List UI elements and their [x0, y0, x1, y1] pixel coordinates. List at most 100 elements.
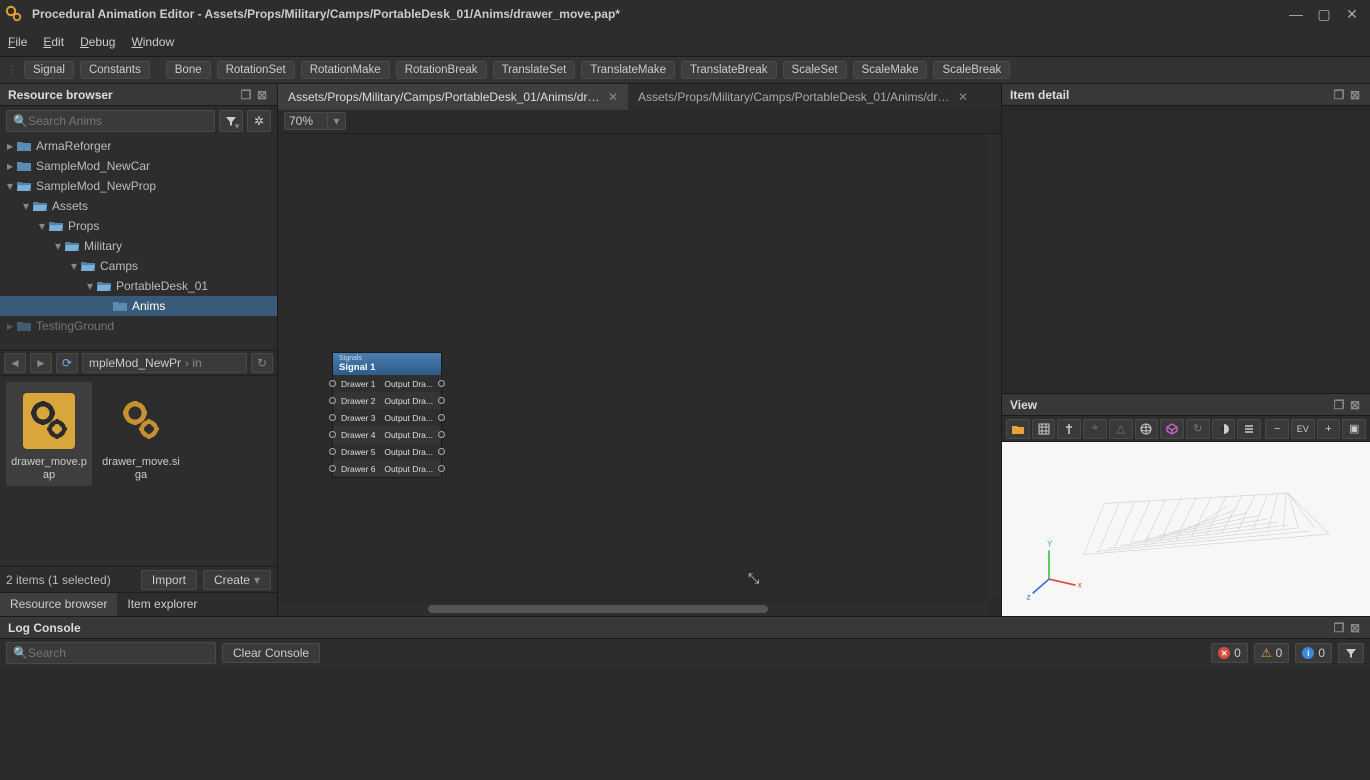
- camera-icon[interactable]: ▣: [1342, 419, 1366, 439]
- expand-icon[interactable]: ▾: [52, 239, 64, 253]
- resource-browser-header[interactable]: Resource browser ❐ ⊠: [0, 84, 277, 106]
- tool-rotationbreak[interactable]: RotationBreak: [396, 61, 487, 79]
- open-icon[interactable]: [1006, 419, 1030, 439]
- tool-scalemake[interactable]: ScaleMake: [853, 61, 928, 79]
- tree-item-samplemodnewcar[interactable]: ▸SampleMod_NewCar: [0, 156, 277, 176]
- tree-item-samplemodnewprop[interactable]: ▾SampleMod_NewProp: [0, 176, 277, 196]
- expand-icon[interactable]: ▾: [84, 279, 96, 293]
- close-icon[interactable]: ✕: [608, 90, 618, 104]
- expand-icon[interactable]: ▾: [20, 199, 32, 213]
- skeleton-icon[interactable]: ⌖: [1083, 419, 1107, 439]
- tree-item-testingground[interactable]: ▸TestingGround: [0, 316, 277, 336]
- tool-rotationset[interactable]: RotationSet: [217, 61, 295, 79]
- expand-icon[interactable]: ▾: [4, 179, 16, 193]
- tool-translatemake[interactable]: TranslateMake: [581, 61, 675, 79]
- tree-item-military[interactable]: ▾Military: [0, 236, 277, 256]
- minimize-button[interactable]: —: [1282, 4, 1310, 24]
- log-search-input[interactable]: [28, 646, 209, 660]
- undock-icon[interactable]: ❐: [239, 88, 253, 102]
- panel-close-icon[interactable]: ⊠: [1348, 88, 1362, 102]
- create-button[interactable]: Create▾: [203, 570, 271, 590]
- tree-item-props[interactable]: ▾Props: [0, 216, 277, 236]
- doc-tab-0[interactable]: Assets/Props/Military/Camps/PortableDesk…: [278, 84, 628, 110]
- nav-refresh-button[interactable]: ↻: [251, 353, 273, 373]
- cursor-icon[interactable]: [1057, 419, 1081, 439]
- tab-item-explorer[interactable]: Item explorer: [117, 593, 207, 616]
- input-port[interactable]: [329, 414, 336, 421]
- file-thumb[interactable]: drawer_move.siga: [98, 382, 184, 486]
- node-row[interactable]: Drawer 6Output Dra...: [333, 460, 441, 477]
- undock-icon[interactable]: ❐: [1332, 621, 1346, 635]
- error-count-chip[interactable]: ✕0: [1211, 643, 1248, 663]
- settings-button[interactable]: ✲: [247, 110, 271, 132]
- tool-signal[interactable]: Signal: [24, 61, 74, 79]
- ev-icon[interactable]: EV: [1291, 419, 1315, 439]
- tool-translatebreak[interactable]: TranslateBreak: [681, 61, 777, 79]
- zoom-dropdown[interactable]: ▾: [328, 112, 346, 130]
- node-row[interactable]: Drawer 5Output Dra...: [333, 443, 441, 460]
- output-port[interactable]: [438, 431, 445, 438]
- tool-constants[interactable]: Constants: [80, 61, 150, 79]
- expand-icon[interactable]: ▾: [36, 219, 48, 233]
- list-icon[interactable]: [1237, 419, 1261, 439]
- node-row[interactable]: Drawer 4Output Dra...: [333, 426, 441, 443]
- import-button[interactable]: Import: [141, 570, 197, 590]
- info-count-chip[interactable]: i0: [1295, 643, 1332, 663]
- node-row[interactable]: Drawer 3Output Dra...: [333, 409, 441, 426]
- plus-icon[interactable]: +: [1317, 419, 1341, 439]
- grid-icon[interactable]: [1032, 419, 1056, 439]
- log-filter-button[interactable]: [1338, 643, 1364, 663]
- tree-item-armareforger[interactable]: ▸ArmaReforger: [0, 136, 277, 156]
- minus-icon[interactable]: −: [1265, 419, 1289, 439]
- input-port[interactable]: [329, 448, 336, 455]
- scroll-thumb[interactable]: [428, 605, 768, 613]
- tool-bone[interactable]: Bone: [166, 61, 211, 79]
- node-row[interactable]: Drawer 2Output Dra...: [333, 392, 441, 409]
- undock-icon[interactable]: ❐: [1332, 398, 1346, 412]
- input-port[interactable]: [329, 465, 336, 472]
- search-input[interactable]: [28, 114, 208, 128]
- output-port[interactable]: [438, 448, 445, 455]
- refresh-icon[interactable]: ↻: [1186, 419, 1210, 439]
- output-port[interactable]: [438, 465, 445, 472]
- panel-close-icon[interactable]: ⊠: [255, 88, 269, 102]
- nav-forward-button[interactable]: ►: [30, 353, 52, 373]
- menu-debug[interactable]: Debug: [80, 35, 115, 49]
- item-detail-header[interactable]: Item detail ❐ ⊠: [1002, 84, 1370, 106]
- tab-resource-browser[interactable]: Resource browser: [0, 593, 117, 616]
- expand-icon[interactable]: ▾: [68, 259, 80, 273]
- clear-console-button[interactable]: Clear Console: [222, 643, 320, 663]
- panel-close-icon[interactable]: ⊠: [1348, 621, 1362, 635]
- tree-item-assets[interactable]: ▾Assets: [0, 196, 277, 216]
- tree-item-anims[interactable]: Anims: [0, 296, 277, 316]
- tool-scaleset[interactable]: ScaleSet: [783, 61, 847, 79]
- node-signal-1[interactable]: Signals Signal 1 Drawer 1Output Dra...Dr…: [332, 352, 442, 478]
- bounds-icon[interactable]: △: [1109, 419, 1133, 439]
- vertical-scrollbar[interactable]: [987, 134, 1001, 598]
- menu-window[interactable]: Window: [131, 35, 174, 49]
- wireframe-icon[interactable]: [1160, 419, 1184, 439]
- contrast-icon[interactable]: [1212, 419, 1236, 439]
- viewport-3d[interactable]: Y x z: [1002, 442, 1370, 616]
- menu-file[interactable]: File: [8, 35, 27, 49]
- tree-item-camps[interactable]: ▾Camps: [0, 256, 277, 276]
- input-port[interactable]: [329, 380, 336, 387]
- expand-icon[interactable]: ▸: [4, 159, 16, 173]
- warning-count-chip[interactable]: ⚠0: [1254, 643, 1289, 663]
- mesh-icon[interactable]: [1135, 419, 1159, 439]
- doc-tab-1[interactable]: Assets/Props/Military/Camps/PortableDesk…: [628, 84, 978, 110]
- input-port[interactable]: [329, 397, 336, 404]
- view-header[interactable]: View ❐ ⊠: [1002, 394, 1370, 416]
- expand-icon[interactable]: ▸: [4, 319, 16, 333]
- filter-button[interactable]: ▼: [219, 110, 243, 132]
- panel-close-icon[interactable]: ⊠: [1348, 398, 1362, 412]
- maximize-button[interactable]: ▢: [1310, 4, 1338, 24]
- graph-canvas[interactable]: Signals Signal 1 Drawer 1Output Dra...Dr…: [278, 134, 1001, 616]
- menu-edit[interactable]: Edit: [43, 35, 64, 49]
- node-row[interactable]: Drawer 1Output Dra...: [333, 375, 441, 392]
- output-port[interactable]: [438, 380, 445, 387]
- input-port[interactable]: [329, 431, 336, 438]
- tool-rotationmake[interactable]: RotationMake: [301, 61, 390, 79]
- horizontal-scrollbar[interactable]: [278, 602, 987, 616]
- nav-sync-button[interactable]: ⟳: [56, 353, 78, 373]
